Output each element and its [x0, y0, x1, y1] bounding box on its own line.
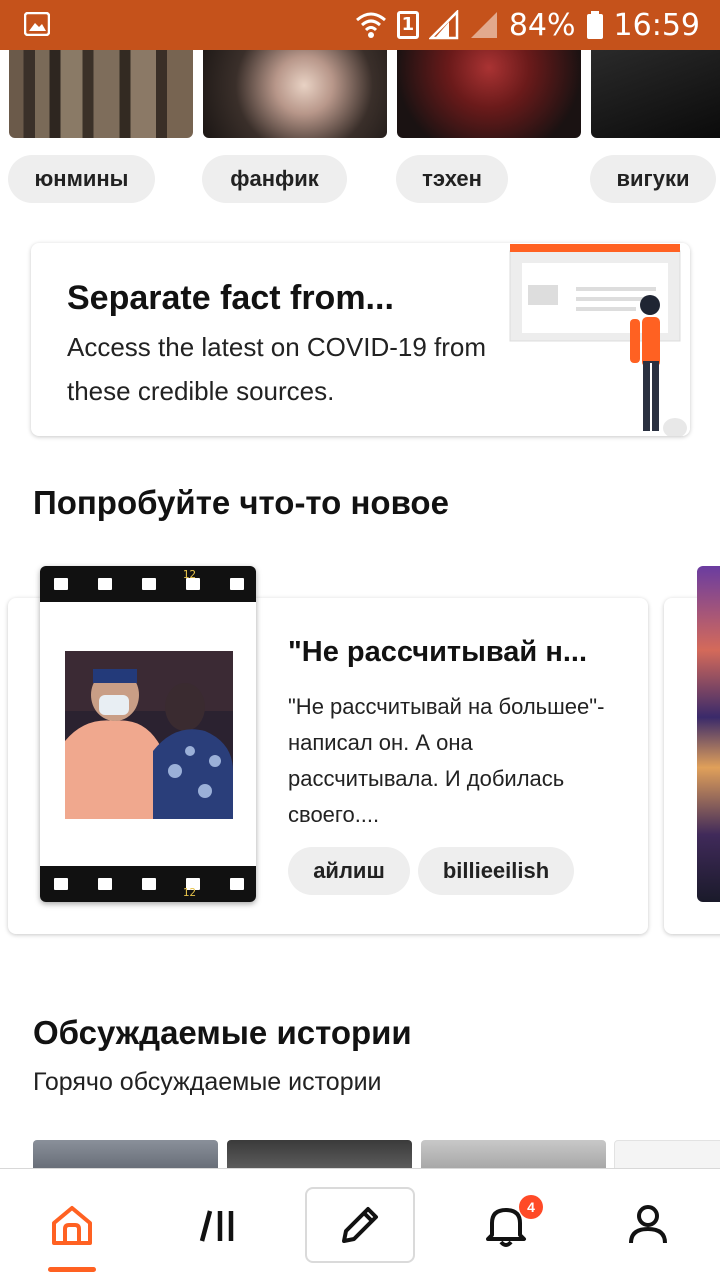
nav-write[interactable] [305, 1187, 415, 1263]
thumbnail-2[interactable] [203, 50, 387, 138]
write-icon [342, 1207, 378, 1243]
sim-indicator: 1 [396, 11, 419, 39]
nav-library[interactable] [178, 1169, 258, 1280]
nav-home[interactable] [32, 1169, 112, 1280]
covid-card-title: Separate fact from... [67, 279, 394, 317]
covid-card-text: Access the latest on COVID-19 from these… [67, 332, 487, 406]
discussed-thumbnail[interactable] [614, 1140, 720, 1168]
thumbnail-1[interactable] [9, 50, 193, 138]
nav-profile[interactable] [608, 1169, 688, 1280]
discussed-thumbnail[interactable] [421, 1140, 606, 1168]
story-tag[interactable]: billieeilish [418, 847, 574, 895]
story-cover[interactable]: 12 12 [40, 566, 256, 902]
profile-icon [629, 1205, 667, 1244]
library-icon [199, 1210, 234, 1242]
gallery-notification-icon [24, 12, 50, 36]
battery-icon [586, 11, 603, 39]
discussed-subheading: Горячо обсуждаемые истории [33, 1068, 382, 1096]
signal-icon [428, 10, 459, 40]
next-story-cover[interactable] [697, 566, 720, 902]
try-new-heading: Попробуйте что-то новое [33, 484, 449, 521]
story-photo [65, 651, 233, 819]
discussed-thumbnail[interactable] [227, 1140, 412, 1168]
film-number: 12 [182, 568, 196, 581]
signal-icon-2 [470, 12, 497, 38]
tag-pill[interactable]: тэхен [396, 155, 508, 203]
film-strip-bottom: 12 [40, 866, 256, 902]
thumbnail-3[interactable] [397, 50, 581, 138]
status-indicators: 1 84% 16:59 [355, 0, 700, 50]
tag-pill[interactable]: юнмины [8, 155, 155, 203]
clock: 16:59 [613, 7, 700, 43]
story-description: "Не рассчитывай на большее"-написал он. … [288, 694, 605, 827]
status-bar: 1 84% 16:59 [0, 0, 720, 50]
tag-pill[interactable]: вигуки [590, 155, 716, 203]
story-title[interactable]: "Не рассчитывай н... [288, 636, 628, 669]
notification-badge: 4 [519, 1195, 543, 1219]
discussed-heading: Обсуждаемые истории [33, 1014, 412, 1051]
film-number-bottom: 12 [182, 886, 196, 899]
top-thumbnails [0, 50, 720, 140]
covid-info-card[interactable]: Separate fact from... Access the latest … [31, 243, 690, 436]
bottom-nav: 4 [0, 1168, 720, 1280]
thumbnail-4[interactable] [591, 50, 720, 138]
tag-pill[interactable]: фанфик [202, 155, 347, 203]
nav-active-indicator [48, 1267, 96, 1272]
film-strip-top: 12 [40, 566, 256, 602]
top-tags: юнмины фанфик тэхен вигуки [0, 155, 720, 205]
battery-percent: 84% [508, 7, 576, 43]
story-tag[interactable]: айлиш [288, 847, 410, 895]
home-icon [52, 1206, 92, 1245]
nav-notifications[interactable] [466, 1169, 546, 1280]
discussed-thumbnail[interactable] [33, 1140, 218, 1168]
covid-illustration [490, 243, 690, 436]
discussed-thumbnails [0, 1140, 720, 1168]
wifi-icon [355, 12, 386, 38]
